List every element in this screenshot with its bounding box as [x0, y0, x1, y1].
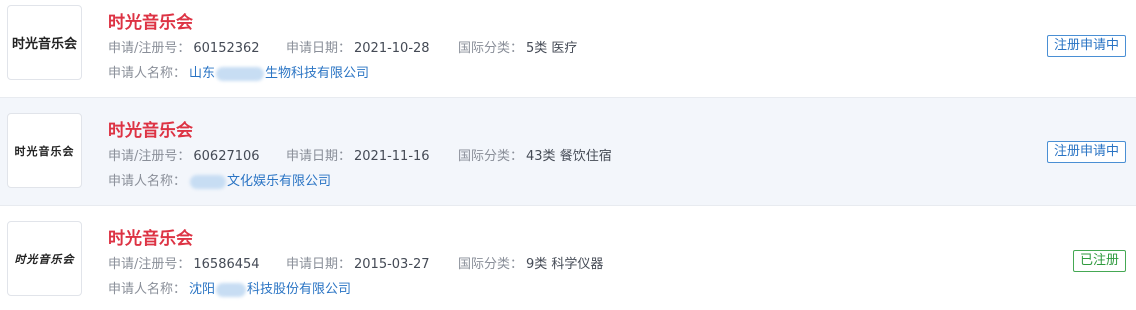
applicant-name-link[interactable]: 文化娱乐有限公司 — [189, 174, 331, 189]
applicant-name-prefix: 沈阳 — [189, 282, 216, 297]
applicant-label: 申请人名称： — [108, 174, 187, 189]
apply-date-value: 2015-03-27 — [354, 257, 430, 272]
reg-number-value: 60627106 — [193, 149, 260, 164]
intl-class-field: 国际分类： 5类 医疗 — [458, 40, 577, 58]
apply-date-field: 申请日期： 2021-10-28 — [286, 40, 430, 58]
intl-class-value: 9类 科学仪器 — [526, 257, 604, 272]
intl-class-field: 国际分类： 43类 餐饮住宿 — [458, 148, 612, 166]
trademark-name-link[interactable]: 时光音乐会 — [108, 8, 193, 33]
applicant-line: 申请人名称： 文化娱乐有限公司 — [108, 173, 331, 191]
logo-text: 时光音乐会 — [14, 252, 75, 266]
intl-class-label: 国际分类： — [458, 41, 524, 56]
applicant-name-suffix: 科技股份有限公司 — [247, 282, 352, 297]
reg-number-label: 申请/注册号： — [108, 41, 191, 56]
applicant-label: 申请人名称： — [108, 282, 187, 297]
apply-date-label: 申请日期： — [286, 149, 352, 164]
trademark-logo-image[interactable]: 时光音乐会 — [7, 221, 82, 296]
apply-date-label: 申请日期： — [286, 257, 352, 272]
apply-date-value: 2021-10-28 — [354, 41, 430, 56]
apply-date-field: 申请日期： 2021-11-16 — [286, 148, 430, 166]
intl-class-value: 5类 医疗 — [526, 41, 578, 56]
applicant-label: 申请人名称： — [108, 66, 187, 81]
trademark-result-row[interactable]: 时光音乐会 时光音乐会 申请/注册号： 16586454 申请日期： 2015-03… — [0, 206, 1136, 310]
reg-number-value: 16586454 — [193, 257, 260, 272]
redaction-blur — [216, 282, 247, 297]
trademark-logo-image[interactable]: 时光音乐会 — [7, 113, 82, 188]
reg-number-label: 申请/注册号： — [108, 257, 191, 272]
applicant-name-link[interactable]: 沈阳 科技股份有限公司 — [189, 282, 351, 297]
applicant-line: 申请人名称： 沈阳 科技股份有限公司 — [108, 281, 351, 299]
status-badge[interactable]: 注册申请中 — [1046, 35, 1126, 57]
intl-class-label: 国际分类： — [458, 257, 524, 272]
reg-number-field: 申请/注册号： 16586454 — [108, 256, 260, 274]
redaction-blur — [216, 66, 265, 81]
logo-text: 时光音乐会 — [14, 144, 75, 158]
trademark-results-list: 时光音乐会 时光音乐会 申请/注册号： 60152362 申请日期： 2021-10… — [0, 0, 1136, 308]
reg-number-field: 申请/注册号： 60152362 — [108, 40, 260, 58]
intl-class-value: 43类 餐饮住宿 — [526, 149, 612, 164]
applicant-name-suffix: 文化娱乐有限公司 — [227, 174, 332, 189]
apply-date-field: 申请日期： 2015-03-27 — [286, 256, 430, 274]
apply-date-value: 2021-11-16 — [354, 149, 430, 164]
intl-class-field: 国际分类： 9类 科学仪器 — [458, 256, 603, 274]
reg-number-value: 60152362 — [193, 41, 260, 56]
reg-number-label: 申请/注册号： — [108, 149, 191, 164]
trademark-result-row[interactable]: 时光音乐会 时光音乐会 申请/注册号： 60152362 申请日期： 2021-10… — [0, 0, 1136, 98]
trademark-name-link[interactable]: 时光音乐会 — [108, 116, 193, 141]
redaction-blur — [190, 174, 227, 189]
applicant-name-prefix: 山东 — [189, 66, 216, 81]
trademark-logo-image[interactable]: 时光音乐会 — [7, 5, 82, 80]
trademark-result-row[interactable]: 时光音乐会 时光音乐会 申请/注册号： 60627106 申请日期： 2021-11… — [0, 98, 1136, 206]
applicant-line: 申请人名称： 山东 生物科技有限公司 — [108, 65, 369, 83]
intl-class-label: 国际分类： — [458, 149, 524, 164]
apply-date-label: 申请日期： — [286, 41, 352, 56]
applicant-name-suffix: 生物科技有限公司 — [265, 66, 370, 81]
reg-number-field: 申请/注册号： 60627106 — [108, 148, 260, 166]
status-badge[interactable]: 注册申请中 — [1046, 141, 1126, 163]
applicant-name-link[interactable]: 山东 生物科技有限公司 — [189, 66, 369, 81]
logo-text: 时光音乐会 — [11, 37, 77, 52]
status-badge[interactable]: 已注册 — [1072, 250, 1126, 272]
trademark-name-link[interactable]: 时光音乐会 — [108, 224, 193, 249]
